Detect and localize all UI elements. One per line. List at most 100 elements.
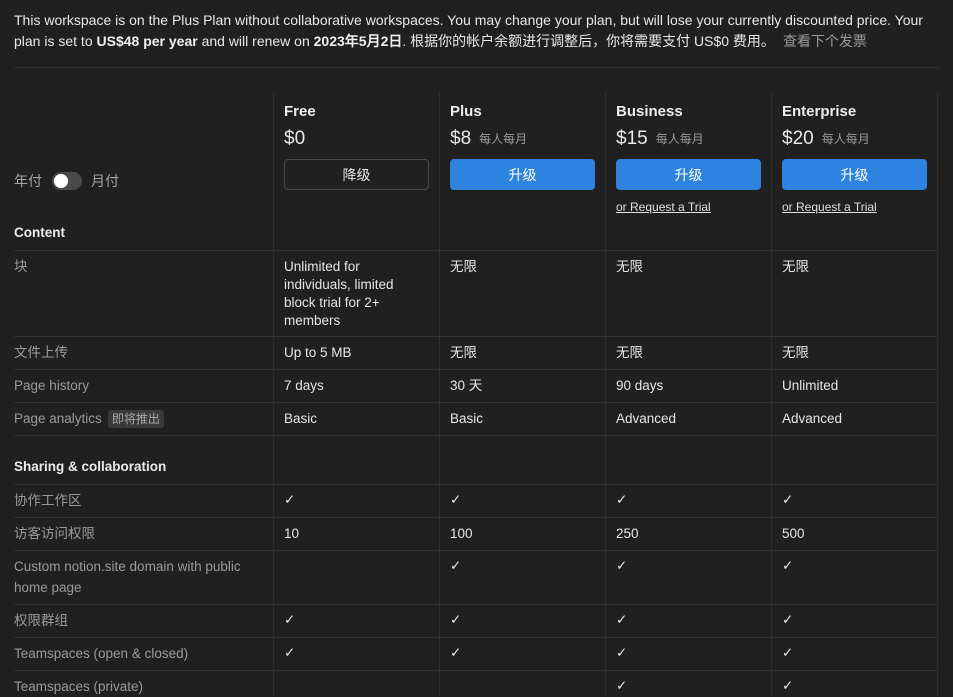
check-icon: ✓ — [782, 678, 794, 693]
check-icon: ✓ — [616, 678, 628, 693]
feature-permission-groups-label: 权限群组 — [14, 613, 68, 628]
column-divider — [605, 92, 606, 696]
row-divider — [14, 484, 937, 485]
billing-period-toggle: 年付 月付 — [14, 171, 119, 191]
divider — [14, 67, 939, 68]
feature-history-label: Page history — [14, 378, 90, 393]
request-trial-enterprise-link[interactable]: or Request a Trial — [782, 200, 927, 214]
row-divider — [14, 369, 937, 370]
downgrade-button[interactable]: 降级 — [284, 159, 429, 190]
cell-plus: 无限 — [450, 259, 477, 274]
check-icon: ✓ — [450, 558, 462, 573]
plan-name: Free — [284, 103, 316, 120]
monthly-label[interactable]: 月付 — [91, 171, 119, 191]
row-divider — [14, 435, 937, 436]
row-divider — [14, 250, 937, 251]
feature-teamspaces-private-label: Teamspaces (private) — [14, 679, 144, 694]
cell-enterprise: Advanced — [782, 411, 843, 426]
cell-plus: 无限 — [450, 345, 477, 360]
feature-custom-domain-label: Custom notion.site domain with public ho… — [14, 559, 241, 595]
plan-price: $0 — [284, 128, 306, 149]
plan-price-unit: 每人每月 — [655, 132, 704, 146]
check-icon: ✓ — [284, 492, 296, 507]
check-icon: ✓ — [284, 645, 296, 660]
check-icon: ✓ — [782, 645, 794, 660]
feature-guest-access-label: 访客访问权限 — [14, 526, 95, 541]
check-icon: ✓ — [450, 492, 462, 507]
column-divider — [937, 92, 938, 696]
upgrade-business-button[interactable]: 升级 — [616, 159, 761, 190]
plan-price: $15 — [616, 128, 648, 149]
row-divider — [14, 604, 937, 605]
check-icon: ✓ — [284, 612, 296, 627]
check-icon: ✓ — [782, 612, 794, 627]
request-trial-business-link[interactable]: or Request a Trial — [616, 200, 761, 214]
plan-free: Free $0 降级 — [284, 103, 429, 190]
toggle-knob — [54, 174, 68, 188]
row-divider — [14, 550, 937, 551]
cell-business: 无限 — [616, 345, 643, 360]
cell-free: 7 days — [284, 378, 324, 393]
section-content: Content — [14, 225, 65, 240]
plan-name: Plus — [450, 103, 482, 120]
cell-business: 250 — [616, 526, 639, 541]
notice-date: 2023年5月2日 — [313, 33, 403, 49]
upgrade-plus-button[interactable]: 升级 — [450, 159, 595, 190]
feature-analytics-text: Page analytics — [14, 411, 102, 426]
feature-analytics-label: Page analytics 即将推出 — [14, 408, 164, 429]
column-divider — [771, 92, 772, 696]
cell-enterprise: 无限 — [782, 345, 809, 360]
plan-price-unit: 每人每月 — [821, 132, 870, 146]
section-sharing: Sharing & collaboration — [14, 459, 167, 474]
feature-collab-workspace-label: 协作工作区 — [14, 493, 82, 508]
plan-enterprise: Enterprise $20 每人每月 升级 or Request a Trial — [782, 103, 927, 214]
row-divider — [14, 637, 937, 638]
cell-plus: Basic — [450, 411, 484, 426]
check-icon: ✓ — [616, 492, 628, 507]
check-icon: ✓ — [616, 558, 628, 573]
cell-plus: 30 天 — [450, 378, 483, 393]
feature-blocks-label: 块 — [14, 259, 28, 274]
plan-plus: Plus $8 每人每月 升级 — [450, 103, 595, 190]
cell-business: Advanced — [616, 411, 677, 426]
check-icon: ✓ — [450, 645, 462, 660]
check-icon: ✓ — [616, 645, 628, 660]
upgrade-enterprise-button[interactable]: 升级 — [782, 159, 927, 190]
cell-enterprise: 无限 — [782, 259, 809, 274]
coming-soon-badge: 即将推出 — [107, 410, 164, 428]
row-divider — [14, 336, 937, 337]
cell-plus: 100 — [450, 526, 473, 541]
check-icon: ✓ — [782, 558, 794, 573]
plan-price: $8 — [450, 128, 472, 149]
notice-price: US$48 per year — [96, 33, 198, 49]
plan-name: Enterprise — [782, 103, 857, 120]
check-icon: ✓ — [616, 612, 628, 627]
plan-price-unit: 每人每月 — [479, 132, 528, 146]
plan-business: Business $15 每人每月 升级 or Request a Trial — [616, 103, 761, 214]
row-divider — [14, 517, 937, 518]
view-next-invoice-link[interactable]: 查看下个发票 — [783, 33, 867, 49]
column-divider — [273, 92, 274, 696]
notice-text-3: . 根据你的帐户余额进行调整后，你将需要支付 US$0 费用。 — [402, 33, 775, 49]
notice-text-2: and will renew on — [197, 33, 314, 49]
check-icon: ✓ — [450, 612, 462, 627]
check-icon: ✓ — [782, 492, 794, 507]
row-divider — [14, 670, 937, 671]
cell-business: 90 days — [616, 378, 664, 393]
feature-teamspaces-open-label: Teamspaces (open & closed) — [14, 646, 189, 661]
billing-toggle-switch[interactable] — [52, 172, 82, 190]
plan-notice: This workspace is on the Plus Plan witho… — [14, 10, 939, 52]
feature-uploads-label: 文件上传 — [14, 345, 68, 360]
plan-price: $20 — [782, 128, 814, 149]
yearly-label[interactable]: 年付 — [14, 171, 42, 191]
column-divider — [439, 92, 440, 696]
cell-business: 无限 — [616, 259, 643, 274]
cell-enterprise: Unlimited — [782, 378, 839, 393]
cell-enterprise: 500 — [782, 526, 805, 541]
cell-free: Unlimited for individuals, limited block… — [284, 259, 394, 328]
cell-free: Basic — [284, 411, 318, 426]
cell-free: 10 — [284, 526, 300, 541]
plan-name: Business — [616, 103, 683, 120]
row-divider — [14, 402, 937, 403]
cell-free: Up to 5 MB — [284, 345, 352, 360]
